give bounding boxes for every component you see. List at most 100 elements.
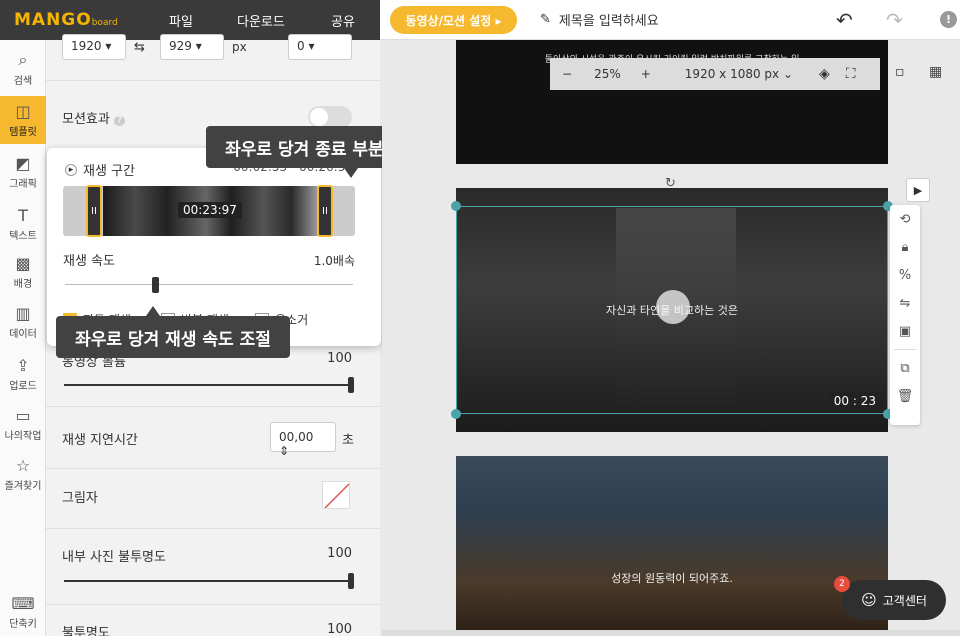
zoom-value[interactable]: 25%: [594, 67, 621, 81]
opacity-value: 100: [327, 622, 352, 636]
height-input[interactable]: 929 ▾: [160, 34, 224, 60]
speed-tooltip: 좌우로 당겨 재생 속도 조절: [56, 306, 290, 358]
volume-value: 100: [327, 351, 352, 366]
ratio-icon[interactable]: ▫: [895, 64, 905, 80]
speed-slider[interactable]: [65, 284, 353, 285]
zoom-in-button[interactable]: +: [641, 67, 651, 81]
customer-center-button[interactable]: ☺ 고객센터: [842, 580, 946, 620]
resize-handle-bl[interactable]: [451, 409, 461, 419]
rail-my-work[interactable]: ▭ 나의작업: [0, 400, 46, 448]
slide-3[interactable]: 성장의 원동력이 되어주죠.: [456, 456, 888, 636]
section-toggle[interactable]: ▸ 재생 구간: [65, 160, 135, 179]
lock-icon[interactable]: 🔒︎: [890, 233, 920, 261]
divider: [46, 604, 380, 605]
layers-icon[interactable]: ◈: [819, 66, 830, 82]
pencil-icon: ✎: [540, 12, 551, 27]
chart-icon: ▥: [15, 304, 31, 323]
duplicate-icon[interactable]: ⧉: [890, 354, 920, 382]
replace-icon[interactable]: ⟲: [890, 205, 920, 233]
delay-unit: 초: [342, 433, 354, 448]
rail-search[interactable]: ⌕ 검색: [0, 44, 46, 92]
trim-filmstrip[interactable]: 00:23:97: [63, 186, 355, 236]
rail-data[interactable]: ▥ 데이터: [0, 298, 46, 346]
shadow-color-swatch[interactable]: [322, 481, 350, 509]
inner-opacity-slider-thumb[interactable]: [348, 573, 354, 589]
folder-icon: ▭: [15, 406, 31, 425]
canvas-area: 둘이상의 시설을 관주이 유시킴 가이킴 일련 방치파워를 고찰하는 일 자신과…: [382, 40, 960, 636]
graphic-icon: ◩: [15, 154, 31, 173]
canvas-size-select[interactable]: 1920 x 1080 px ⌄: [685, 67, 793, 81]
menu-download[interactable]: 다운로드: [237, 11, 285, 30]
divider: [46, 406, 380, 407]
delay-input[interactable]: 00,00 ⇕: [270, 422, 336, 458]
notification-badge: 2: [834, 576, 850, 592]
unit-label: px: [232, 40, 247, 54]
selection-box[interactable]: [456, 206, 888, 414]
rail-graphic[interactable]: ◩ 그래픽: [0, 148, 46, 196]
title-input[interactable]: ✎ 제목을 입력하세요: [540, 10, 659, 29]
horizontal-scrollbar[interactable]: [382, 630, 960, 636]
trim-end-handle[interactable]: II: [317, 185, 333, 237]
info-icon[interactable]: !: [940, 11, 957, 28]
fit-screen-icon[interactable]: ⛶: [846, 66, 856, 82]
keyboard-icon: ⌨: [11, 594, 35, 613]
rail-shortcuts[interactable]: ⌨ 단축키: [0, 588, 46, 636]
percent-icon[interactable]: %: [890, 261, 920, 289]
slide-caption: 성장의 원동력이 되어주죠.: [611, 572, 733, 585]
help-icon[interactable]: ?: [113, 116, 125, 126]
logo[interactable]: MANGOboard: [14, 10, 118, 30]
no-color-icon: [324, 483, 349, 508]
flip-icon[interactable]: ⇋: [890, 289, 920, 317]
rail-background[interactable]: ▩ 배경: [0, 248, 46, 296]
upload-icon: ⇪: [16, 356, 30, 375]
play-preview-button[interactable]: ▶: [906, 178, 930, 202]
speed-label: 재생 속도: [63, 254, 115, 269]
inner-opacity-value: 100: [327, 546, 352, 561]
rail-upload[interactable]: ⇪ 업로드: [0, 350, 46, 398]
template-icon: ◫: [15, 102, 31, 121]
delete-icon[interactable]: 🗑︎: [890, 382, 920, 410]
motion-settings-button[interactable]: 동영상/모션 설정 ▸: [390, 6, 517, 34]
floating-toolbar: ⟲ 🔒︎ % ⇋ ▣ ⧉ 🗑︎: [890, 205, 920, 425]
search-icon: ⌕: [18, 49, 28, 69]
width-input[interactable]: 1920 ▾: [62, 34, 126, 60]
background-icon: ▩: [15, 254, 31, 273]
undo-icon[interactable]: ↶: [836, 8, 853, 32]
resize-handle-tl[interactable]: [451, 201, 461, 211]
text-icon: T: [18, 206, 28, 225]
play-small-icon: ▸: [65, 163, 77, 176]
rail-favorites[interactable]: ☆ 즐겨찾기: [0, 450, 46, 498]
rail-text[interactable]: T 텍스트: [0, 200, 46, 248]
speed-value: 1.0배속: [313, 254, 355, 268]
volume-slider[interactable]: [64, 384, 352, 386]
volume-slider-thumb[interactable]: [348, 377, 354, 393]
trim-start-handle[interactable]: II: [86, 185, 102, 237]
menu-share[interactable]: 공유: [331, 11, 355, 30]
divider: [46, 468, 380, 469]
rotate-input[interactable]: 0 ▾: [288, 34, 352, 60]
divider: [46, 80, 380, 81]
crop-image-icon[interactable]: ▣: [890, 317, 920, 345]
smile-icon: ☺: [861, 591, 877, 609]
zoom-out-button[interactable]: −: [562, 67, 572, 81]
divider: [894, 349, 916, 350]
menu-file[interactable]: 파일: [169, 11, 193, 30]
left-rail: ⌕ 검색 ◫ 템플릿 ◩ 그래픽 T 텍스트 ▩ 배경 ▥ 데이터 ⇪ 업로드 ▭ 나의작업 ☆…: [0, 40, 46, 636]
top-bar: MANGOboard 파일 다운로드 공유 동영상/모션 설정 ▸ ✎ 제목을 …: [0, 0, 960, 40]
zoom-bar: − 25% + 1920 x 1080 px ⌄ ◈ ⛶: [550, 58, 880, 90]
motion-toggle[interactable]: [308, 106, 352, 128]
speed-slider-thumb[interactable]: [152, 277, 159, 293]
link-icon[interactable]: ⇆: [134, 40, 145, 55]
divider: [46, 528, 380, 529]
tooltip-arrow: [146, 306, 160, 316]
redo-icon[interactable]: ↷: [886, 8, 903, 32]
opacity-label: 불투명도: [62, 626, 110, 636]
star-icon: ☆: [15, 456, 31, 475]
grid-view-icon[interactable]: ▦: [929, 64, 942, 80]
clip-duration: 00:23:97: [178, 202, 242, 218]
rotate-handle-icon[interactable]: ↻: [665, 176, 676, 191]
inner-opacity-slider[interactable]: [64, 580, 352, 582]
rail-template[interactable]: ◫ 템플릿: [0, 96, 46, 144]
inner-opacity-label: 내부 사진 불투명도: [62, 550, 166, 565]
tooltip-arrow: [344, 168, 358, 178]
